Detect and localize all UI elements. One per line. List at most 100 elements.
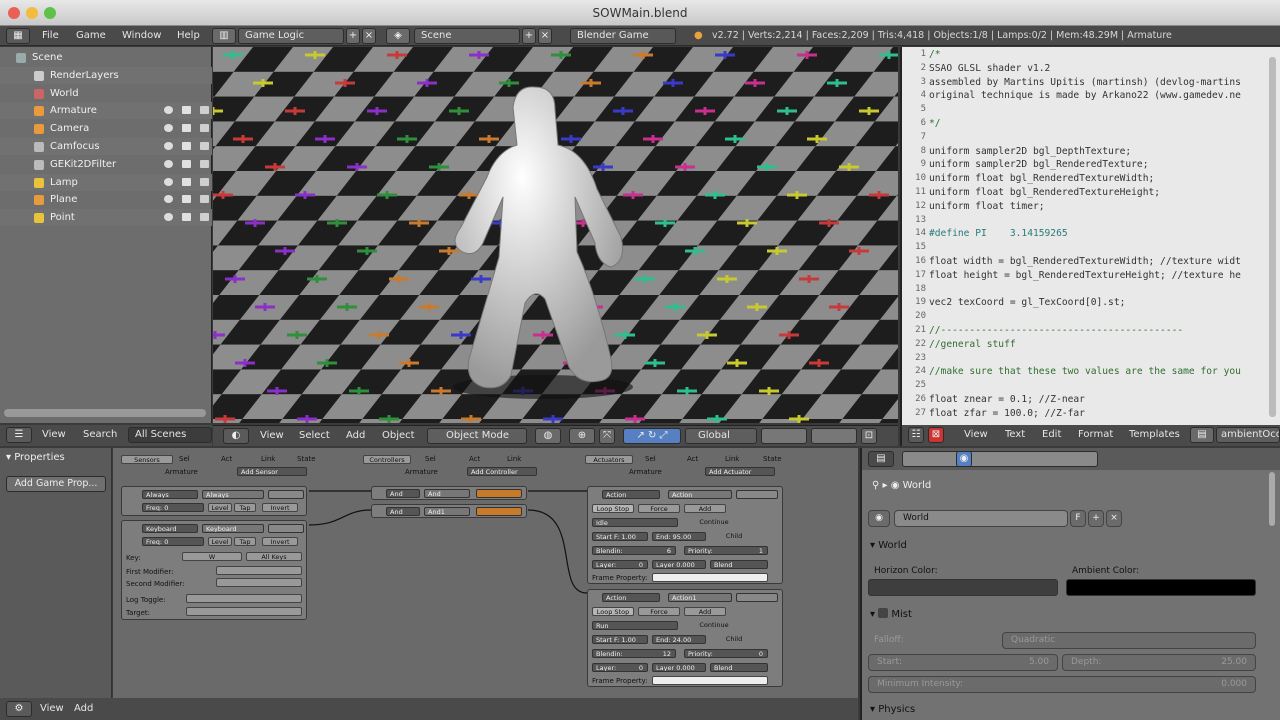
- layer-weight-field[interactable]: Layer 0.000: [652, 663, 706, 672]
- start-frame-field[interactable]: Start F: 1.00: [592, 532, 648, 541]
- code-line[interactable]: //general stuff: [929, 339, 1016, 350]
- actuators-filter-act[interactable]: Act: [687, 455, 698, 463]
- sensors-menu[interactable]: Sensors: [121, 455, 173, 464]
- start-frame-field[interactable]: Start F: 1.00: [592, 635, 648, 644]
- outliner-menu-view[interactable]: View: [42, 429, 66, 440]
- mist-section-header[interactable]: ▾ Mist: [870, 608, 912, 620]
- outliner-item-plane[interactable]: Plane: [0, 191, 212, 208]
- controller2-type-select[interactable]: And: [386, 507, 420, 516]
- code-line[interactable]: float height = bgl_RenderedTextureHeight…: [929, 270, 1241, 281]
- sensor2-freq-field[interactable]: Freq: 0: [142, 537, 204, 546]
- object-mode-select[interactable]: Object Mode: [427, 428, 527, 444]
- priority-field[interactable]: Priority: 0: [684, 649, 768, 658]
- sensor-level-button[interactable]: Level: [208, 503, 232, 512]
- viewport-editor-type-icon[interactable]: ◐: [223, 428, 249, 444]
- sensor-controls[interactable]: [268, 490, 304, 499]
- sensor-name-field[interactable]: Always: [202, 490, 264, 499]
- sensor2-name-field[interactable]: Keyboard: [202, 524, 264, 533]
- fake-user-button[interactable]: F: [1070, 510, 1086, 527]
- menu-window[interactable]: Window: [122, 30, 161, 41]
- blend-mode-select[interactable]: Blend: [710, 663, 768, 672]
- add-game-property-button[interactable]: Add Game Prop...: [6, 476, 106, 492]
- add-scene-button[interactable]: +: [522, 28, 536, 44]
- layer-weight-field[interactable]: Layer 0.000: [652, 560, 706, 569]
- controller2-name-field[interactable]: And1: [424, 507, 470, 516]
- render-engine-select[interactable]: Blender Game: [570, 28, 676, 44]
- render-camera-icon[interactable]: [200, 213, 209, 222]
- select-cursor-icon[interactable]: [182, 106, 191, 115]
- select-cursor-icon[interactable]: [182, 195, 191, 204]
- minimize-window-icon[interactable]: [26, 7, 38, 19]
- world-datablock-field[interactable]: World: [894, 510, 1068, 527]
- actuators-filter-link[interactable]: Link: [725, 455, 739, 463]
- text-menu-text[interactable]: Text: [1005, 429, 1025, 440]
- second-modifier-field[interactable]: [216, 578, 302, 587]
- code-line[interactable]: uniform float timer;: [929, 201, 1045, 212]
- world-tab-icon[interactable]: ◉: [956, 451, 972, 467]
- visibility-eye-icon[interactable]: [164, 213, 173, 222]
- actuator-type-select[interactable]: Action: [602, 490, 660, 499]
- actuator-name-field[interactable]: Action1: [668, 593, 732, 602]
- target-field[interactable]: [186, 607, 302, 616]
- blendin-field[interactable]: Blendin: 12: [592, 649, 676, 658]
- controller-name-field[interactable]: And: [424, 489, 470, 498]
- shading-mode-button[interactable]: ◍: [535, 428, 561, 444]
- add-toggle[interactable]: Add: [684, 607, 726, 616]
- add-toggle[interactable]: Add: [684, 504, 726, 513]
- manipulator-toggle-button[interactable]: ⤧: [599, 428, 615, 444]
- world-section-header[interactable]: ▾ World: [870, 540, 907, 551]
- unlink-world-button[interactable]: ×: [1106, 510, 1122, 527]
- add-controller-select[interactable]: Add Controller: [467, 467, 537, 476]
- world-datablock-icon[interactable]: ◉: [868, 510, 890, 527]
- layer-field[interactable]: Layer: 0: [592, 560, 648, 569]
- logic-menu-view[interactable]: View: [40, 703, 64, 714]
- lock-camera-layers-button[interactable]: ⊡: [861, 428, 877, 444]
- scene-field[interactable]: Scene: [414, 28, 520, 44]
- transform-orientation-select[interactable]: Global: [685, 428, 757, 444]
- visibility-eye-icon[interactable]: [164, 124, 173, 133]
- layer-field[interactable]: Layer: 0: [592, 663, 648, 672]
- code-line[interactable]: float zfar = 100.0; //Z-far: [929, 408, 1085, 419]
- force-toggle[interactable]: Force: [638, 607, 680, 616]
- visibility-eye-icon[interactable]: [164, 106, 173, 115]
- outliner-item-point[interactable]: Point: [0, 209, 212, 227]
- outliner-item-camfocus[interactable]: Camfocus: [0, 138, 212, 155]
- child-checkbox[interactable]: Child: [714, 532, 754, 541]
- 3d-viewport[interactable]: [213, 47, 898, 423]
- text-datablock-field[interactable]: ambientOcc: [1216, 427, 1280, 443]
- text-editor-scrollbar[interactable]: [1269, 57, 1276, 417]
- sensor-type-select[interactable]: Always: [142, 490, 198, 499]
- controller2-state-controls[interactable]: [476, 507, 522, 516]
- text-editor[interactable]: 1/* 2 SSAO GLSL shader v1.2 3 assembled by M…: [900, 47, 1280, 425]
- key-value-button[interactable]: W: [182, 552, 242, 561]
- menu-game[interactable]: Game: [76, 30, 106, 41]
- sensor2-tap-button[interactable]: Tap: [234, 537, 256, 546]
- scene-layers-bottom[interactable]: [811, 428, 857, 444]
- horizon-color-swatch[interactable]: [868, 579, 1058, 596]
- properties-context-tabs[interactable]: [902, 451, 1098, 467]
- code-line[interactable]: //make sure that these two values are th…: [929, 366, 1241, 377]
- code-line[interactable]: //--------------------------------------…: [929, 325, 1183, 336]
- sensor-tap-button[interactable]: Tap: [234, 503, 256, 512]
- outliner-item-renderlayers[interactable]: RenderLayers: [0, 66, 212, 84]
- visibility-eye-icon[interactable]: [164, 142, 173, 150]
- play-mode-select[interactable]: Loop Stop: [592, 504, 634, 513]
- logic-editor-type-icon[interactable]: ⚙: [6, 701, 32, 717]
- actuators-menu[interactable]: Actuators: [585, 455, 633, 464]
- outliner-item-scene[interactable]: Scene: [0, 49, 212, 66]
- actuator-type-select[interactable]: Action: [602, 593, 660, 602]
- outliner-item-world[interactable]: World: [0, 85, 212, 102]
- code-line[interactable]: uniform float bgl_RenderedTextureWidth;: [929, 173, 1154, 184]
- controller-type-select[interactable]: And: [386, 489, 420, 498]
- priority-field[interactable]: Priority: 1: [684, 546, 768, 555]
- mist-depth-field[interactable]: Depth: 25.00: [1062, 654, 1256, 671]
- close-window-icon[interactable]: [8, 7, 20, 19]
- falloff-select[interactable]: Quadratic: [1002, 632, 1256, 649]
- code-line[interactable]: SSAO GLSL shader v1.2: [929, 63, 1050, 74]
- end-frame-field[interactable]: End: 95.00: [652, 532, 706, 541]
- pivot-point-button[interactable]: ⊕: [569, 428, 595, 444]
- mist-enable-checkbox[interactable]: [878, 608, 889, 618]
- action-datablock-field[interactable]: Idle: [592, 518, 678, 527]
- controller-state-controls[interactable]: [476, 489, 522, 498]
- viewport-menu-select[interactable]: Select: [299, 430, 330, 441]
